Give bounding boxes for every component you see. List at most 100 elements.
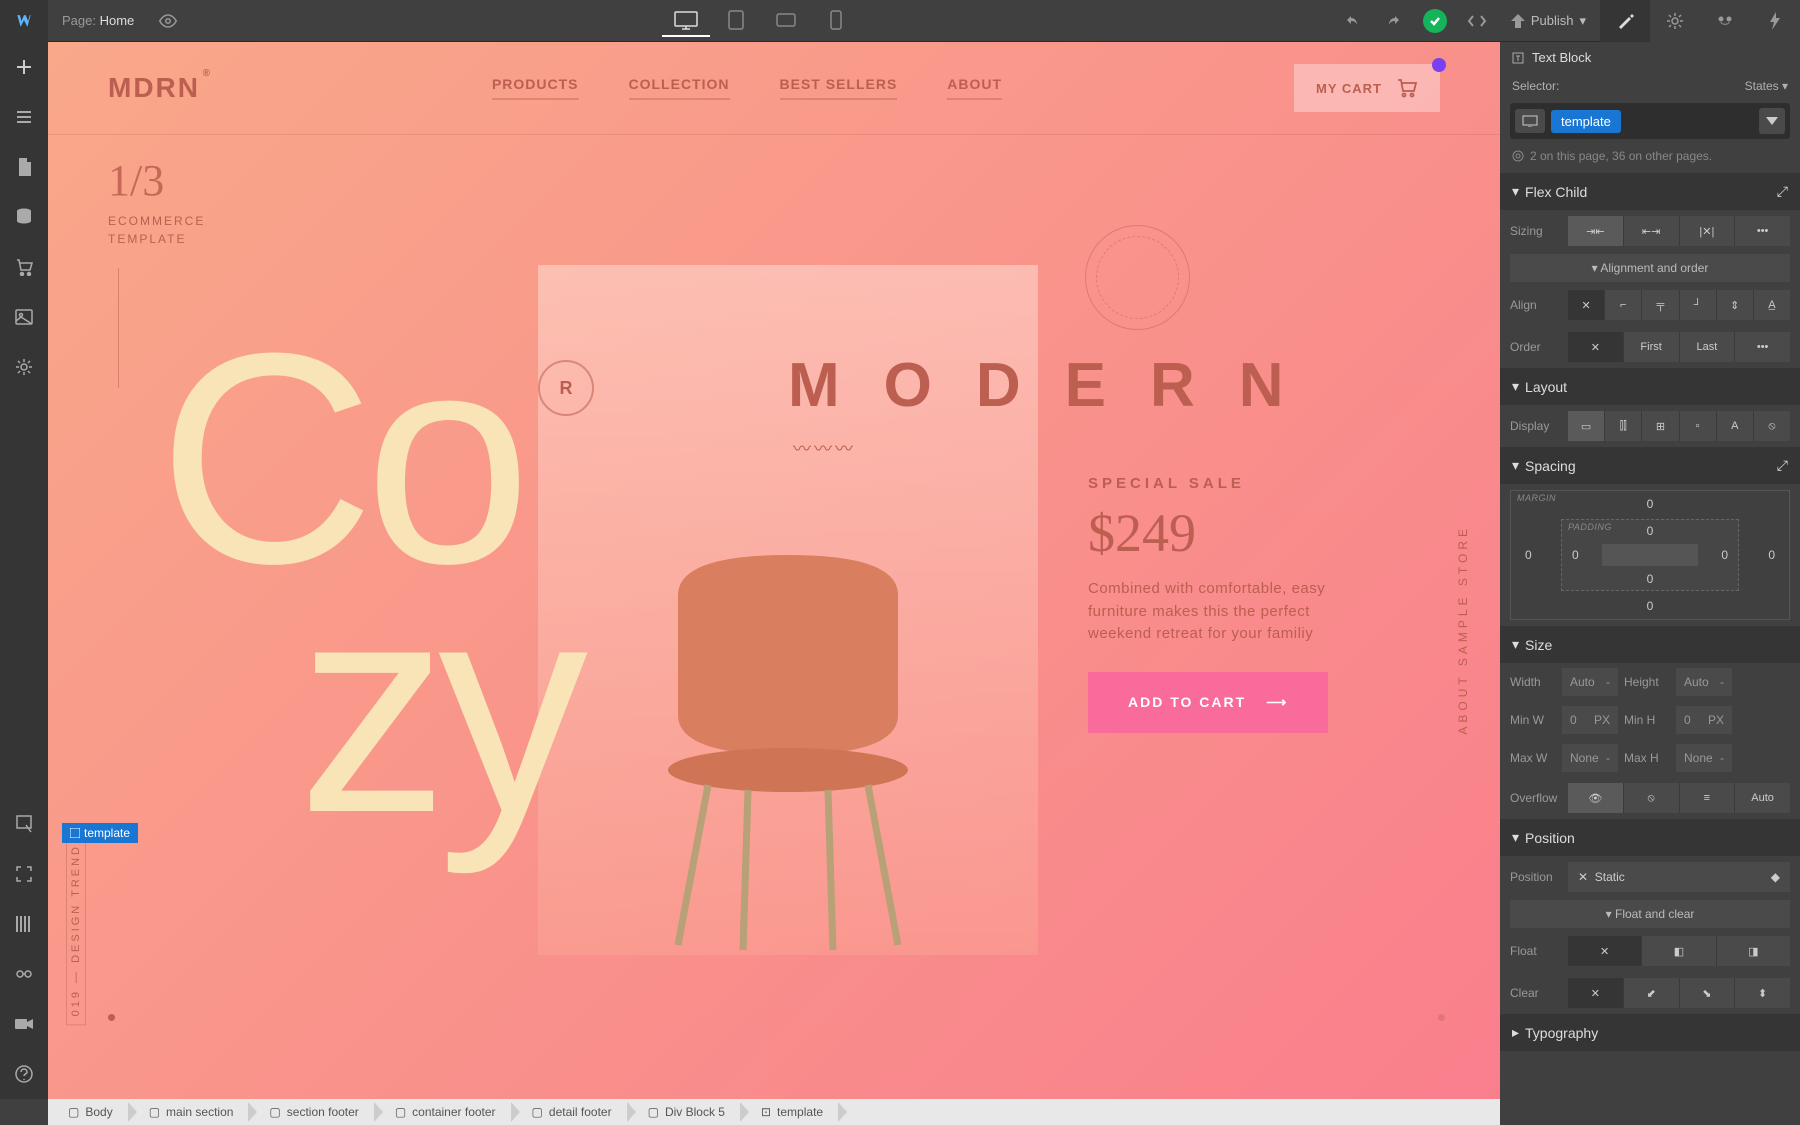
box-model-editor[interactable]: MARGIN 0 0 0 0 PADDING 0 0 0 0 <box>1510 490 1790 620</box>
size-section[interactable]: ▾ Size <box>1500 626 1800 663</box>
display-flex-icon[interactable]: ⫿⫿ <box>1605 411 1642 441</box>
overflow-auto-button[interactable]: Auto <box>1735 783 1790 813</box>
hero-headline[interactable]: Cozy <box>158 335 578 830</box>
overflow-scroll-icon[interactable]: ≡ <box>1680 783 1736 813</box>
display-block-icon[interactable]: ▭ <box>1568 411 1605 441</box>
align-reset-icon[interactable]: ✕ <box>1568 290 1605 320</box>
minw-input[interactable]: 0PX <box>1562 706 1618 734</box>
position-select[interactable]: ✕ Static◆ <box>1568 862 1790 892</box>
maxh-input[interactable]: None- <box>1676 744 1732 772</box>
pages-icon[interactable] <box>0 142 48 192</box>
nav-products[interactable]: PRODUCTS <box>492 76 579 100</box>
layout-section[interactable]: ▾ Layout <box>1500 368 1800 405</box>
ecommerce-icon[interactable] <box>0 242 48 292</box>
sizing-grow-icon[interactable]: ⇤⇥ <box>1624 216 1680 246</box>
grid-icon[interactable] <box>0 899 48 949</box>
mobile-device-icon[interactable] <box>812 5 860 37</box>
bc-container-footer[interactable]: ▢ container footer <box>375 1099 512 1125</box>
order-first-button[interactable]: First <box>1624 332 1680 362</box>
nav-bestsellers[interactable]: BEST SELLERS <box>780 76 898 100</box>
status-saved-icon[interactable] <box>1423 9 1447 33</box>
add-class-icon[interactable] <box>1759 108 1785 134</box>
margin-bottom[interactable]: 0 <box>1647 599 1654 613</box>
modern-heading[interactable]: MODERN <box>788 350 1328 421</box>
nav-collection[interactable]: COLLECTION <box>629 76 730 100</box>
float-left-icon[interactable]: ◧ <box>1642 936 1716 966</box>
selection-tag[interactable]: template <box>62 823 138 843</box>
sizing-shrink-icon[interactable]: ⇥⇤ <box>1568 216 1624 246</box>
display-grid-icon[interactable]: ⊞ <box>1642 411 1679 441</box>
typography-section[interactable]: ▸ Typography <box>1500 1014 1800 1051</box>
float-clear-toggle[interactable]: ▾ Float and clear <box>1510 900 1790 928</box>
position-section[interactable]: ▾ Position <box>1500 819 1800 856</box>
float-right-icon[interactable]: ◨ <box>1717 936 1790 966</box>
display-inlineblock-icon[interactable]: ▫ <box>1680 411 1717 441</box>
overflow-visible-icon[interactable]: 👁 <box>1568 783 1624 813</box>
add-to-cart-button[interactable]: ADD TO CART ⟶ <box>1088 672 1328 733</box>
redo-icon[interactable] <box>1373 0 1413 42</box>
display-none-icon[interactable]: ⦸ <box>1754 411 1790 441</box>
cms-icon[interactable] <box>0 192 48 242</box>
undo-icon[interactable] <box>1333 0 1373 42</box>
maxw-input[interactable]: None- <box>1562 744 1618 772</box>
settings-tab-icon[interactable] <box>1650 0 1700 42</box>
bc-main-section[interactable]: ▢ main section <box>129 1099 250 1125</box>
preview-icon[interactable] <box>148 0 188 42</box>
inherit-device-icon[interactable] <box>1515 109 1545 133</box>
cart-button[interactable]: MY CART <box>1294 64 1440 112</box>
desktop-device-icon[interactable] <box>662 5 710 37</box>
states-dropdown[interactable]: States ▾ <box>1745 79 1788 93</box>
class-token[interactable]: template <box>1551 110 1621 133</box>
page-selector[interactable]: Page: Home <box>48 13 148 28</box>
width-input[interactable]: Auto- <box>1562 668 1618 696</box>
order-reset-icon[interactable]: ✕ <box>1568 332 1624 362</box>
order-last-button[interactable]: Last <box>1680 332 1736 362</box>
sizing-none-icon[interactable]: |✕| <box>1680 216 1736 246</box>
bc-template[interactable]: ⊡ template <box>741 1099 839 1125</box>
bc-body[interactable]: ▢ Body <box>48 1099 129 1125</box>
padding-left[interactable]: 0 <box>1572 548 1579 562</box>
minh-input[interactable]: 0PX <box>1676 706 1732 734</box>
webflow-logo[interactable] <box>0 0 48 42</box>
style-tab-icon[interactable] <box>1600 0 1650 42</box>
clear-left-icon[interactable]: ⬋ <box>1624 978 1680 1008</box>
settings-icon[interactable] <box>0 342 48 392</box>
padding-bottom[interactable]: 0 <box>1647 572 1654 586</box>
margin-left[interactable]: 0 <box>1525 548 1532 562</box>
align-end-icon[interactable]: ┘ <box>1680 290 1717 320</box>
overflow-hidden-icon[interactable]: ⦸ <box>1624 783 1680 813</box>
bc-section-footer[interactable]: ▢ section footer <box>249 1099 374 1125</box>
align-center-icon[interactable]: ╤ <box>1642 290 1679 320</box>
expand-icon[interactable]: ⤢ <box>1777 183 1788 200</box>
bc-div-block[interactable]: ▢ Div Block 5 <box>628 1099 741 1125</box>
margin-top[interactable]: 0 <box>1647 497 1654 511</box>
navigator-icon[interactable] <box>0 92 48 142</box>
interactions-tab-icon[interactable] <box>1700 0 1750 42</box>
assets-icon[interactable] <box>0 292 48 342</box>
sizing-more-icon[interactable]: ••• <box>1735 216 1790 246</box>
tablet-landscape-icon[interactable] <box>762 5 810 37</box>
cursor-tool-icon[interactable] <box>0 799 48 849</box>
effects-tab-icon[interactable] <box>1750 0 1800 42</box>
clear-none-icon[interactable]: ✕ <box>1568 978 1624 1008</box>
audit-icon[interactable] <box>0 949 48 999</box>
spacing-section[interactable]: ▾ Spacing⤢ <box>1500 447 1800 484</box>
brand-logo[interactable]: MDRN® <box>108 72 200 104</box>
nav-about[interactable]: ABOUT <box>947 76 1002 100</box>
code-export-icon[interactable] <box>1457 0 1497 42</box>
align-stretch-icon[interactable]: ⇕ <box>1717 290 1754 320</box>
padding-top[interactable]: 0 <box>1647 524 1654 538</box>
float-none-icon[interactable]: ✕ <box>1568 936 1642 966</box>
about-side-label[interactable]: ABOUT SAMPLE STORE <box>1456 525 1470 735</box>
clear-right-icon[interactable]: ⬊ <box>1680 978 1736 1008</box>
bc-detail-footer[interactable]: ▢ detail footer <box>512 1099 628 1125</box>
add-element-icon[interactable] <box>0 42 48 92</box>
align-start-icon[interactable]: ⌐ <box>1605 290 1642 320</box>
expand-icon[interactable]: ⤢ <box>1777 457 1788 474</box>
help-icon[interactable] <box>0 1049 48 1099</box>
clear-both-icon[interactable]: ⬍ <box>1735 978 1790 1008</box>
alignment-order-toggle[interactable]: ▾ Alignment and order <box>1510 254 1790 282</box>
height-input[interactable]: Auto- <box>1676 668 1732 696</box>
publish-button[interactable]: Publish ▾ <box>1497 0 1600 42</box>
video-icon[interactable] <box>0 999 48 1049</box>
